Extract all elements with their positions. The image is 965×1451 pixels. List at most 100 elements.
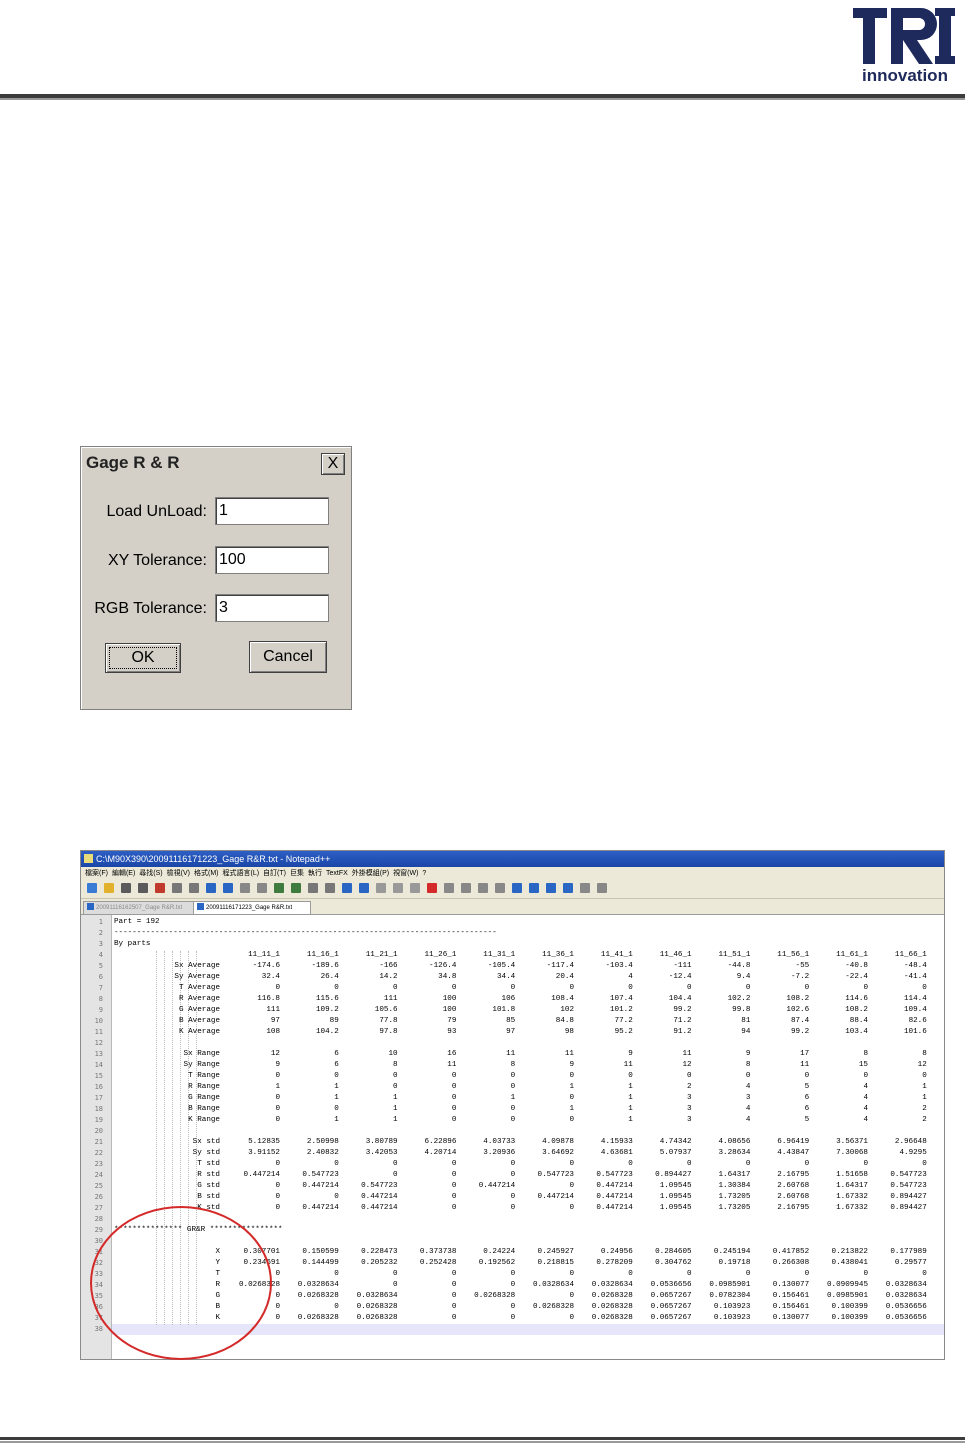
menu-item[interactable]: 外掛模組(P) (352, 870, 389, 877)
table-cell: 0.0536656 (885, 1303, 927, 1311)
toolbar-icon[interactable] (478, 883, 488, 893)
toolbar-icon[interactable] (529, 883, 539, 893)
table-cell: 0.0536656 (885, 1314, 927, 1322)
tab-file-1-label: 20091116162507_Gage R&R.txt (96, 905, 183, 911)
menu-item[interactable]: 程式語言(L) (222, 870, 259, 877)
toolbar-icon[interactable] (138, 883, 148, 893)
line-number: 21 (94, 1138, 103, 1146)
toolbar-icon[interactable] (223, 883, 233, 893)
tri-logo-mark (853, 8, 955, 64)
line-number: 15 (94, 1072, 103, 1080)
table-cell: -48.4 (904, 962, 927, 970)
toolbar-icon[interactable] (308, 883, 318, 893)
tab-bar: 20091116162507_Gage R&R.txt 200911161712… (81, 899, 944, 915)
toolbar-icon[interactable] (376, 883, 386, 893)
line-number: 9 (98, 1006, 103, 1014)
table-cell: -41.4 (904, 973, 927, 981)
table-cell: 0.0328634 (885, 1292, 927, 1300)
window-title: C:\M90X390\20091116171223_Gage R&R.txt -… (96, 854, 331, 864)
toolbar-icon[interactable] (359, 883, 369, 893)
menu-item[interactable]: 巨集 (290, 870, 304, 877)
line-number: 11 (94, 1028, 103, 1036)
line-number: 25 (94, 1182, 103, 1190)
table-cell: 8 (922, 1050, 927, 1058)
table-cell: 0 (922, 1270, 927, 1278)
line-number: 20 (94, 1127, 103, 1135)
line-number: 27 (94, 1204, 103, 1212)
file-icon (197, 903, 204, 910)
tab-file-2[interactable]: 20091116171223_Gage R&R.txt (193, 901, 311, 914)
menu-item[interactable]: 檢視(V) (167, 870, 190, 877)
line-number: 29 (94, 1226, 103, 1234)
toolbar (81, 880, 944, 899)
rgb-tolerance-label: RGB Tolerance: (94, 600, 207, 617)
toolbar-icon[interactable] (393, 883, 403, 893)
toolbar-icon[interactable] (257, 883, 267, 893)
toolbar-icon[interactable] (206, 883, 216, 893)
footer-rule (0, 1437, 965, 1440)
tri-innovation-logo: innovation (849, 4, 961, 88)
cancel-button[interactable]: Cancel (249, 641, 327, 673)
toolbar-icon[interactable] (597, 883, 607, 893)
menu-item[interactable]: 編輯(E) (112, 870, 135, 877)
toolbar-icon[interactable] (546, 883, 556, 893)
line-number: 19 (94, 1116, 103, 1124)
toolbar-icon[interactable] (563, 883, 573, 893)
dialog-title: Gage R & R (86, 453, 180, 472)
line-number: 5 (98, 962, 103, 970)
table-cell: 1 (922, 1083, 927, 1091)
toolbar-icon[interactable] (427, 883, 437, 893)
menu-item[interactable]: TextFX (326, 870, 348, 877)
toolbar-icon[interactable] (189, 883, 199, 893)
ok-button[interactable]: OK (105, 643, 181, 673)
line-number: 1 (98, 918, 103, 926)
rgb-tolerance-input[interactable] (215, 594, 329, 622)
line-number: 26 (94, 1193, 103, 1201)
tab-file-1[interactable]: 20091116162507_Gage R&R.txt (83, 901, 195, 914)
line-number: 13 (94, 1050, 103, 1058)
toolbar-icon[interactable] (172, 883, 182, 893)
toolbar-icon[interactable] (512, 883, 522, 893)
menu-item[interactable]: 自訂(T) (263, 870, 286, 877)
toolbar-icon[interactable] (104, 883, 114, 893)
text-line: ----------------------------------------… (114, 929, 497, 937)
close-icon[interactable]: X (321, 453, 345, 475)
line-number: 2 (98, 929, 103, 937)
table-cell: 0.177989 (890, 1248, 927, 1256)
menu-item[interactable]: 執行 (308, 870, 322, 877)
load-unload-label: Load UnLoad: (106, 503, 207, 520)
toolbar-icon[interactable] (444, 883, 454, 893)
table-cell: 0.547723 (890, 1182, 927, 1190)
line-number: 3 (98, 940, 103, 948)
line-number: 14 (94, 1061, 103, 1069)
toolbar-icon[interactable] (155, 883, 165, 893)
line-number: 23 (94, 1160, 103, 1168)
menu-item[interactable]: 格式(M) (194, 870, 219, 877)
table-cell: 12 (917, 1061, 927, 1069)
toolbar-icon[interactable] (495, 883, 505, 893)
toolbar-icon[interactable] (410, 883, 420, 893)
toolbar-icon[interactable] (121, 883, 131, 893)
menu-item[interactable]: 視窗(W) (393, 870, 418, 877)
toolbar-icon[interactable] (580, 883, 590, 893)
toolbar-icon[interactable] (342, 883, 352, 893)
menu-item[interactable]: 尋找(S) (139, 870, 162, 877)
line-number: 17 (94, 1094, 103, 1102)
table-cell: 0.29577 (894, 1259, 927, 1267)
toolbar-icon[interactable] (461, 883, 471, 893)
table-cell: 101.6 (904, 1028, 927, 1036)
toolbar-icon[interactable] (87, 883, 97, 893)
toolbar-icon[interactable] (291, 883, 301, 893)
line-number: 4 (98, 951, 103, 959)
column-header: 11_66_1 (894, 951, 927, 959)
xy-tolerance-input[interactable] (215, 546, 329, 574)
toolbar-icon[interactable] (274, 883, 284, 893)
menu-bar: 檔案(F) 編輯(E) 尋找(S) 檢視(V) 格式(M) 程式語言(L) 自訂(T) 巨集執… (81, 867, 944, 880)
load-unload-input[interactable] (215, 497, 329, 525)
toolbar-icon[interactable] (240, 883, 250, 893)
table-cell: 0.547723 (890, 1171, 927, 1179)
line-number: 7 (98, 984, 103, 992)
toolbar-icon[interactable] (325, 883, 335, 893)
menu-item[interactable]: ? (422, 870, 426, 877)
menu-item[interactable]: 檔案(F) (85, 870, 108, 877)
